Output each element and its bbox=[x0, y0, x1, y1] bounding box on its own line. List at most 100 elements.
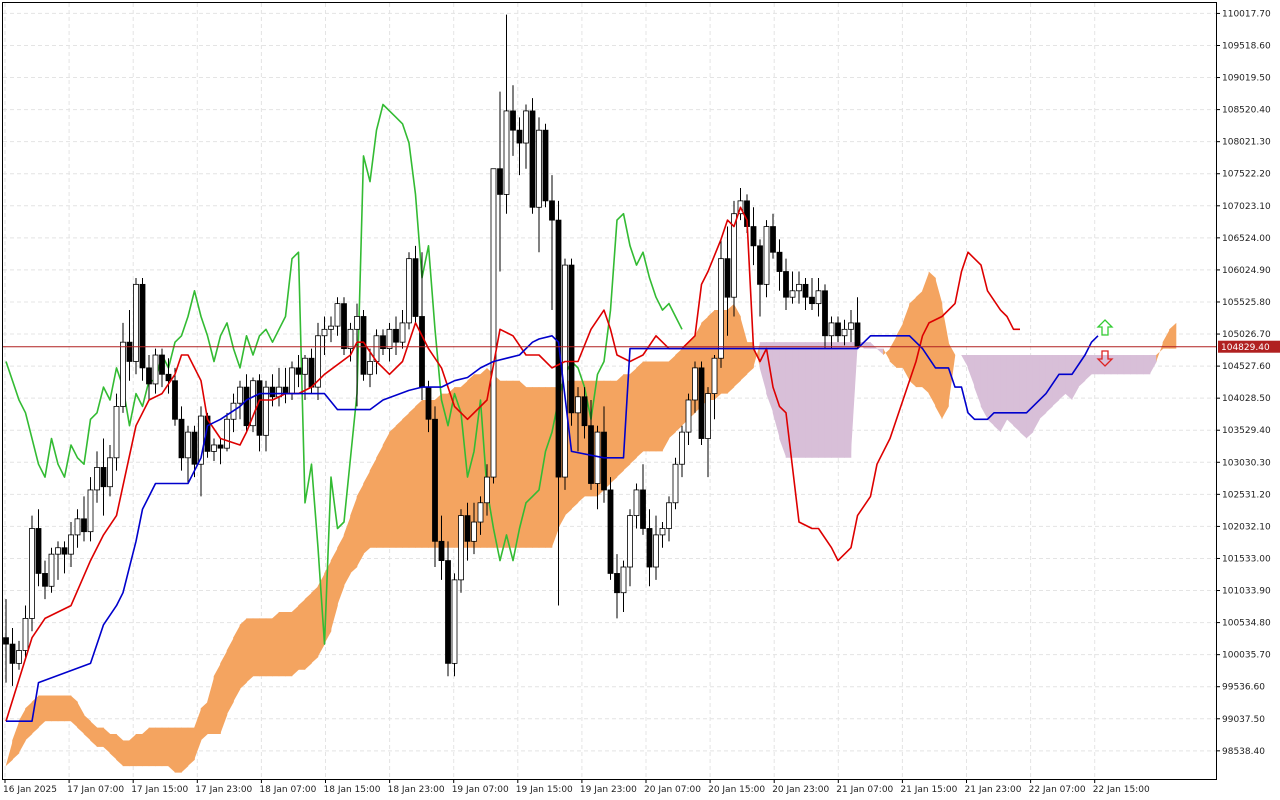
cloud-segment bbox=[376, 444, 384, 548]
y-tick-label: 107522.20 bbox=[1222, 170, 1271, 180]
x-tick-label: 16 Jan 2025 bbox=[3, 785, 57, 795]
cloud-segment bbox=[142, 727, 150, 767]
candle-body bbox=[601, 431, 607, 491]
cloud-segment bbox=[265, 618, 273, 677]
ichimoku-chart: 110017.70 109518.60 109019.50 108520.40 1080… bbox=[2, 2, 1280, 795]
cloud-segment bbox=[655, 361, 663, 452]
candle-body bbox=[848, 322, 854, 330]
cloud-segment bbox=[122, 740, 130, 767]
cloud-segment bbox=[168, 727, 176, 773]
candle-body bbox=[438, 540, 445, 561]
candle-body bbox=[477, 502, 484, 523]
cloud-segment bbox=[44, 695, 52, 722]
candle-body bbox=[107, 457, 113, 488]
candle-body bbox=[289, 367, 295, 394]
cloud-segment bbox=[415, 399, 423, 548]
y-tick-label: 108021.30 bbox=[1222, 138, 1271, 148]
x-tick-label: 17 Jan 15:00 bbox=[131, 785, 188, 795]
candle-body bbox=[126, 341, 133, 362]
cloud-segment bbox=[1000, 355, 1008, 433]
y-tick-label: 102531.20 bbox=[1222, 490, 1271, 500]
x-tick-label: 21 Jan 15:00 bbox=[900, 785, 957, 795]
candle-body bbox=[718, 258, 724, 359]
y-tick-label: 99037.50 bbox=[1222, 715, 1265, 725]
y-tick-label: 104028.50 bbox=[1222, 394, 1271, 404]
candle-body bbox=[503, 110, 510, 195]
candle-body bbox=[419, 316, 425, 388]
cloud-segment bbox=[1091, 355, 1099, 375]
candle-body bbox=[159, 354, 165, 375]
cloud-segment bbox=[636, 361, 644, 458]
cloud-segment bbox=[844, 342, 852, 458]
candle-body bbox=[100, 467, 107, 488]
cloud-segment bbox=[993, 355, 1001, 433]
cloud-segment bbox=[408, 406, 416, 548]
candle-body bbox=[55, 547, 61, 555]
y-tick-label: 103030.30 bbox=[1222, 458, 1271, 468]
candle-body bbox=[666, 502, 672, 529]
cloud-segment bbox=[928, 271, 936, 407]
y-tick-label: 109019.50 bbox=[1222, 74, 1271, 84]
cloud-segment bbox=[181, 727, 189, 773]
cloud-segment bbox=[311, 586, 319, 664]
candle-body bbox=[178, 418, 185, 459]
candle-body bbox=[490, 168, 497, 478]
candle-body bbox=[789, 290, 796, 298]
candle-body bbox=[172, 380, 178, 420]
cloud-segment bbox=[668, 355, 676, 439]
candle-body bbox=[165, 373, 172, 382]
cloud-segment bbox=[174, 727, 182, 773]
cloud-segment bbox=[382, 432, 390, 548]
cloud-segment bbox=[824, 342, 832, 458]
x-tick-label: 20 Jan 07:00 bbox=[644, 785, 701, 795]
candle-body bbox=[432, 418, 438, 542]
candle-body bbox=[458, 515, 464, 581]
cloud-segment bbox=[545, 387, 553, 548]
candle-body bbox=[237, 386, 243, 404]
y-tick-label: 100035.70 bbox=[1222, 651, 1271, 661]
candle-body bbox=[724, 258, 731, 298]
cloud-segment bbox=[239, 618, 247, 690]
candle-body bbox=[523, 110, 529, 144]
candle-body bbox=[74, 518, 81, 536]
cloud-segment bbox=[512, 380, 520, 548]
cloud-segment bbox=[610, 380, 618, 484]
candle-body bbox=[191, 431, 198, 465]
candle-body bbox=[211, 444, 217, 452]
y-tick-label: 101533.00 bbox=[1222, 554, 1271, 564]
cloud-segment bbox=[675, 348, 683, 433]
y-tick-label: 108520.40 bbox=[1222, 106, 1271, 116]
candle-body bbox=[464, 515, 471, 542]
cloud-segment bbox=[649, 361, 657, 452]
cloud-segment bbox=[135, 734, 143, 767]
cloud-segment bbox=[506, 380, 514, 548]
candle-body bbox=[711, 357, 718, 394]
candle-body bbox=[796, 283, 802, 292]
cloud-segment bbox=[1130, 355, 1138, 375]
cloud-segment bbox=[499, 380, 507, 548]
candle-body bbox=[406, 258, 412, 324]
cloud-segment bbox=[272, 611, 280, 677]
cloud-segment bbox=[792, 342, 800, 458]
cloud-segment bbox=[818, 342, 826, 458]
cloud-segment bbox=[233, 624, 241, 702]
cloud-segment bbox=[200, 701, 208, 741]
y-tick-label: 104527.60 bbox=[1222, 362, 1271, 372]
candle-body bbox=[386, 328, 393, 350]
candle-body bbox=[471, 521, 477, 542]
candle-body bbox=[750, 226, 757, 247]
candle-body bbox=[354, 316, 360, 330]
cloud-segment bbox=[441, 393, 449, 548]
candle-body bbox=[536, 129, 542, 208]
x-tick-label: 21 Jan 23:00 bbox=[965, 785, 1022, 795]
candle-body bbox=[399, 322, 406, 343]
cloud-segment bbox=[259, 618, 267, 677]
cloud-segment bbox=[252, 618, 260, 677]
x-tick-label: 18 Jan 07:00 bbox=[259, 785, 316, 795]
cloud-segment bbox=[642, 361, 650, 452]
candle-body bbox=[783, 271, 789, 298]
cloud-segment bbox=[278, 611, 286, 677]
candle-body bbox=[510, 110, 516, 131]
candle-body bbox=[295, 367, 302, 375]
x-tick-label: 21 Jan 07:00 bbox=[836, 785, 893, 795]
